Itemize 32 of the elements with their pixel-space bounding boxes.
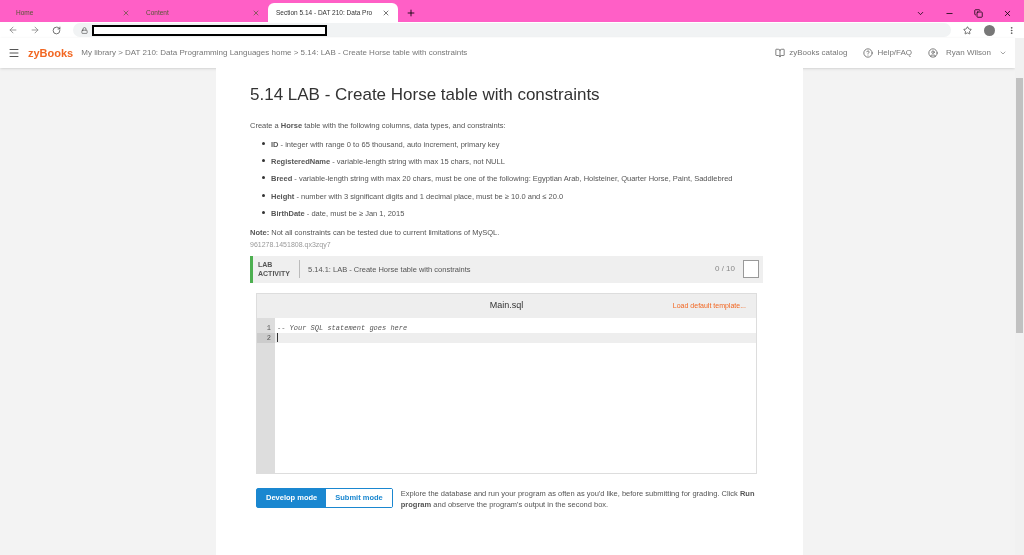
lock-icon xyxy=(81,26,88,34)
logo[interactable]: zyBooks xyxy=(28,44,74,62)
breadcrumb: My library > DAT 210: Data Programming Languages home > 5.14: LAB - Create Horse table with constraints xyxy=(81,47,469,59)
help-icon[interactable] xyxy=(863,48,874,58)
chevron-down-icon[interactable] xyxy=(916,9,925,18)
text-cursor xyxy=(277,332,278,342)
avatar[interactable] xyxy=(984,24,995,36)
file-name: Main.sql xyxy=(489,299,524,312)
close-icon[interactable] xyxy=(382,8,390,17)
nav-link[interactable]: zyBooks catalog xyxy=(789,47,848,59)
menu-icon[interactable] xyxy=(1007,25,1016,35)
score: 0 / 10 xyxy=(715,263,735,276)
bullet-icon xyxy=(262,210,265,214)
restore-icon[interactable] xyxy=(974,9,983,18)
star-icon[interactable] xyxy=(963,25,972,35)
new-tab-icon[interactable] xyxy=(406,8,416,18)
user-name[interactable]: Ryan Wilson xyxy=(946,47,991,59)
bullet-icon xyxy=(262,159,265,162)
section-title: 5.14 LAB - Create Horse table with constraints xyxy=(250,84,601,106)
catalog-icon[interactable] xyxy=(775,48,786,58)
user-icon[interactable] xyxy=(928,48,939,58)
bullet-icon xyxy=(262,176,265,180)
nav-link[interactable]: Help/FAQ xyxy=(877,47,913,59)
menu-icon[interactable] xyxy=(8,47,20,59)
bullet-icon xyxy=(262,193,265,197)
back-icon[interactable] xyxy=(8,25,18,35)
bullet-icon xyxy=(262,141,265,145)
close-icon[interactable] xyxy=(1003,9,1012,18)
caret-icon[interactable] xyxy=(999,49,1007,57)
reload-icon[interactable] xyxy=(52,25,61,35)
score-badge-icon xyxy=(743,260,759,279)
forward-icon[interactable] xyxy=(30,25,40,35)
